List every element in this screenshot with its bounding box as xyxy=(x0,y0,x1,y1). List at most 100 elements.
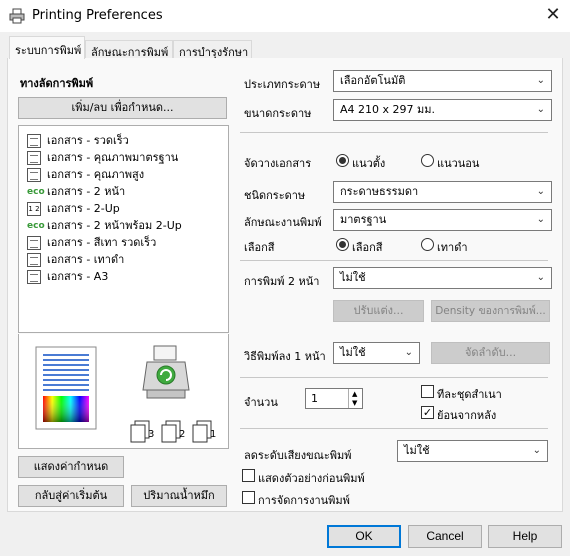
ink-levels-button[interactable]: ปริมาณน้ำหมึก xyxy=(131,485,227,507)
print-preview-checkbox[interactable] xyxy=(242,469,255,482)
list-item[interactable]: เอกสาร - A3 xyxy=(27,267,108,284)
two-sided-select[interactable]: ไม่ใช้ ⌄ xyxy=(333,267,552,289)
divider xyxy=(240,428,548,429)
document-icon xyxy=(27,253,41,267)
stack-number-1: 1 xyxy=(210,429,216,440)
stack-number-2: 2 xyxy=(179,429,185,440)
chevron-down-icon[interactable]: ▼ xyxy=(352,399,357,407)
divider xyxy=(240,260,548,261)
orientation-label: จัดวางเอกสาร xyxy=(244,157,312,170)
chevron-up-icon[interactable]: ▲ xyxy=(352,390,357,398)
quiet-mode-label: ลดระดับเสียงขณะพิมพ์ xyxy=(244,449,352,462)
chevron-down-icon: ⌄ xyxy=(536,75,545,86)
quality-select[interactable]: มาตรฐาน ⌄ xyxy=(333,209,552,231)
list-item[interactable]: เอกสาร - รวดเร็ว xyxy=(27,131,129,148)
list-item[interactable]: เอกสาร - คุณภาพสูง xyxy=(27,165,144,182)
chevron-down-icon: ⌄ xyxy=(536,186,545,197)
paper-source-value: เลือกอัตโนมัติ xyxy=(340,74,406,87)
list-item[interactable]: 1 2 เอกสาร - 2-Up xyxy=(27,199,120,216)
preset-label: เอกสาร - สีเทา รวดเร็ว xyxy=(47,236,157,249)
list-item[interactable]: เอกสาร - สีเทา รวดเร็ว xyxy=(27,233,156,250)
add-remove-presets-button[interactable]: เพิ่ม/ลบ เพื่อกำหนด... xyxy=(18,97,227,119)
close-icon[interactable]: ✕ xyxy=(540,2,566,28)
multipage-value: ไม่ใช้ xyxy=(340,346,366,359)
preset-label: เอกสาร - คุณภาพมาตรฐาน xyxy=(47,151,179,164)
ok-button[interactable]: OK xyxy=(327,525,401,548)
tab-maintenance[interactable]: การบำรุงรักษา xyxy=(173,40,252,59)
chevron-down-icon: ⌄ xyxy=(536,214,545,225)
portrait-radio[interactable] xyxy=(336,154,349,167)
list-item[interactable]: เอกสาร - เทาดำ xyxy=(27,250,124,267)
list-item[interactable]: eco เอกสาร - 2 หน้า xyxy=(27,182,125,199)
preset-label: เอกสาร - คุณภาพสูง xyxy=(47,168,145,181)
document-icon xyxy=(27,236,41,250)
paper-source-select[interactable]: เลือกอัตโนมัติ ⌄ xyxy=(333,70,552,92)
copies-spin[interactable]: ▲ ▼ xyxy=(348,389,362,408)
quiet-mode-select[interactable]: ไม่ใช้ ⌄ xyxy=(397,440,548,462)
paper-source-label: ประเภทกระดาษ xyxy=(244,78,321,91)
presets-list[interactable]: เอกสาร - รวดเร็ว เอกสาร - คุณภาพมาตรฐาน … xyxy=(18,125,229,333)
chevron-down-icon: ⌄ xyxy=(536,272,545,283)
cancel-button[interactable]: Cancel xyxy=(408,525,482,548)
divider xyxy=(240,132,548,133)
copies-label: จำนวน xyxy=(244,396,278,409)
landscape-radio[interactable] xyxy=(421,154,434,167)
divider xyxy=(240,377,548,378)
printer-illustration-icon xyxy=(142,345,190,399)
reverse-order-checkbox[interactable]: ✓ xyxy=(421,406,434,419)
paper-type-label: ชนิดกระดาษ xyxy=(244,189,306,202)
eco-icon: eco xyxy=(27,221,45,231)
reverse-order-label: ย้อนจากหลัง xyxy=(437,409,497,422)
two-sided-settings-button[interactable]: ปรับแต่ง... xyxy=(333,300,424,322)
preset-label: เอกสาร - เทาดำ xyxy=(47,253,125,266)
landscape-label: แนวนอน xyxy=(437,157,480,170)
list-item[interactable]: eco เอกสาร - 2 หน้าพร้อม 2-Up xyxy=(27,216,182,233)
grayscale-radio[interactable] xyxy=(421,238,434,251)
window-title: Printing Preferences xyxy=(32,8,163,23)
preview-area: 3 2 1 xyxy=(18,334,229,449)
paper-size-select[interactable]: A4 210 x 297 มม. ⌄ xyxy=(333,99,552,121)
document-icon xyxy=(27,168,41,182)
color-radio[interactable] xyxy=(336,238,349,251)
preset-label: เอกสาร - 2 หน้า xyxy=(47,185,126,198)
preset-label: เอกสาร - 2 หน้าพร้อม 2-Up xyxy=(47,219,182,232)
paper-type-select[interactable]: กระดาษธรรมดา ⌄ xyxy=(333,181,552,203)
job-arranger-label: การจัดการงานพิมพ์ xyxy=(258,494,350,507)
portrait-label: แนวตั้ง xyxy=(352,157,386,170)
printer-icon xyxy=(9,8,25,24)
document-icon xyxy=(27,151,41,165)
presets-heading: ทางลัดการพิมพ์ xyxy=(20,77,94,90)
chevron-down-icon: ⌄ xyxy=(536,104,545,115)
page-order-button[interactable]: จัดลำดับ... xyxy=(431,342,550,364)
preset-label: เอกสาร - 2-Up xyxy=(47,202,120,215)
color-option-label: เลือกสี xyxy=(352,241,383,254)
quality-value: มาตรฐาน xyxy=(340,213,387,226)
job-arranger-checkbox[interactable] xyxy=(242,491,255,504)
copies-stepper[interactable]: 1 ▲ ▼ xyxy=(305,388,363,409)
multipage-select[interactable]: ไม่ใช้ ⌄ xyxy=(333,342,420,364)
reset-defaults-button[interactable]: กลับสู่ค่าเริ่มต้น xyxy=(18,485,124,507)
grayscale-label: เทาดำ xyxy=(437,241,468,254)
print-density-button[interactable]: Density ของการพิมพ์... xyxy=(431,300,550,322)
show-settings-button[interactable]: แสดงค่ากำหนด xyxy=(18,456,124,478)
quality-label: ลักษณะงานพิมพ์ xyxy=(244,216,322,229)
help-button[interactable]: Help xyxy=(488,525,562,548)
collate-checkbox[interactable] xyxy=(421,385,434,398)
document-icon xyxy=(27,270,41,284)
tab-main[interactable]: ระบบการพิมพ์ xyxy=(9,36,85,59)
document-icon xyxy=(27,134,41,148)
color-label: เลือกสี xyxy=(244,241,275,254)
chevron-down-icon: ⌄ xyxy=(532,445,541,456)
paper-size-label: ขนาดกระดาษ xyxy=(244,107,312,120)
multipage-label: วิธีพิมพ์ลง 1 หน้า xyxy=(244,350,326,363)
print-preview-label: แสดงตัวอย่างก่อนพิมพ์ xyxy=(258,472,365,485)
two-sided-label: การพิมพ์ 2 หน้า xyxy=(244,275,320,288)
preset-label: เอกสาร - A3 xyxy=(47,270,109,283)
tab-more-options[interactable]: ลักษณะการพิมพ์ xyxy=(85,40,173,59)
list-item[interactable]: เอกสาร - คุณภาพมาตรฐาน xyxy=(27,148,178,165)
collate-stack-icon xyxy=(130,420,212,443)
paper-type-value: กระดาษธรรมดา xyxy=(340,185,419,198)
eco-icon: eco xyxy=(27,187,45,197)
two-up-icon: 1 2 xyxy=(27,202,41,216)
preset-label: เอกสาร - รวดเร็ว xyxy=(47,134,129,147)
